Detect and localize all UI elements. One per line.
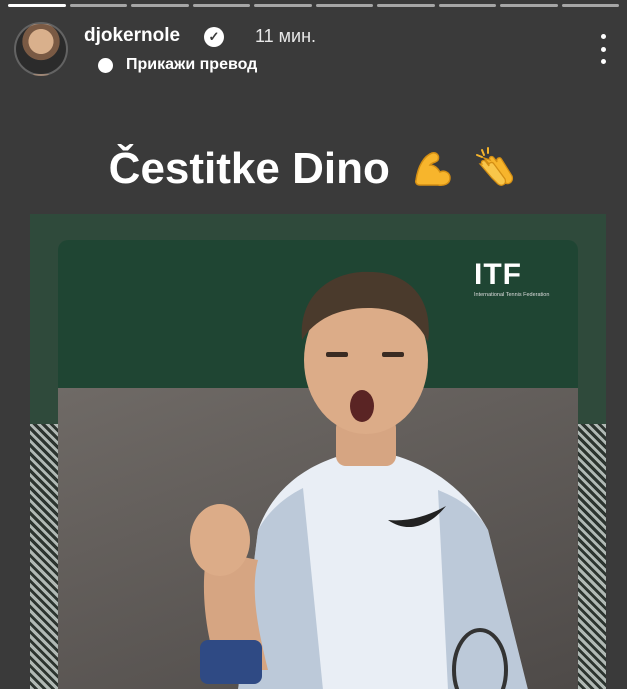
progress-segment — [500, 4, 558, 7]
story-progress-bar — [8, 4, 619, 7]
story-caption: Čestitke Dino — [0, 144, 627, 194]
post-time: 11 мин. — [255, 26, 317, 46]
more-options-icon[interactable] — [593, 34, 613, 64]
username[interactable]: djokernole — [84, 25, 180, 47]
progress-segment — [561, 4, 619, 7]
progress-segment — [254, 4, 312, 7]
itf-logo: ITF International Tennis Federation — [474, 258, 550, 298]
caption-text: Čestitke Dino — [108, 144, 390, 193]
verified-icon: ✓ — [204, 27, 224, 47]
crowd-pattern-right — [578, 424, 606, 689]
story-header: djokernole ✓ 11 мин. Прикажи превод — [12, 18, 615, 82]
clapping-hands-emoji — [476, 147, 514, 187]
player-photo: ITF International Tennis Federation — [58, 240, 578, 689]
crowd-pattern-left — [30, 424, 58, 689]
progress-segment — [131, 4, 189, 7]
tennis-player-illustration — [190, 271, 528, 689]
flexed-biceps-emoji — [415, 152, 451, 187]
translate-icon[interactable] — [98, 58, 113, 73]
progress-segment — [8, 4, 66, 7]
progress-segment — [69, 4, 127, 7]
shared-post-card[interactable]: ITF International Tennis Federation — [30, 214, 606, 689]
progress-segment — [315, 4, 373, 7]
progress-segment — [192, 4, 250, 7]
profile-avatar[interactable] — [14, 22, 68, 76]
show-translation-link[interactable]: Прикажи превод — [126, 56, 257, 74]
progress-segment — [377, 4, 435, 7]
progress-segment — [438, 4, 496, 7]
